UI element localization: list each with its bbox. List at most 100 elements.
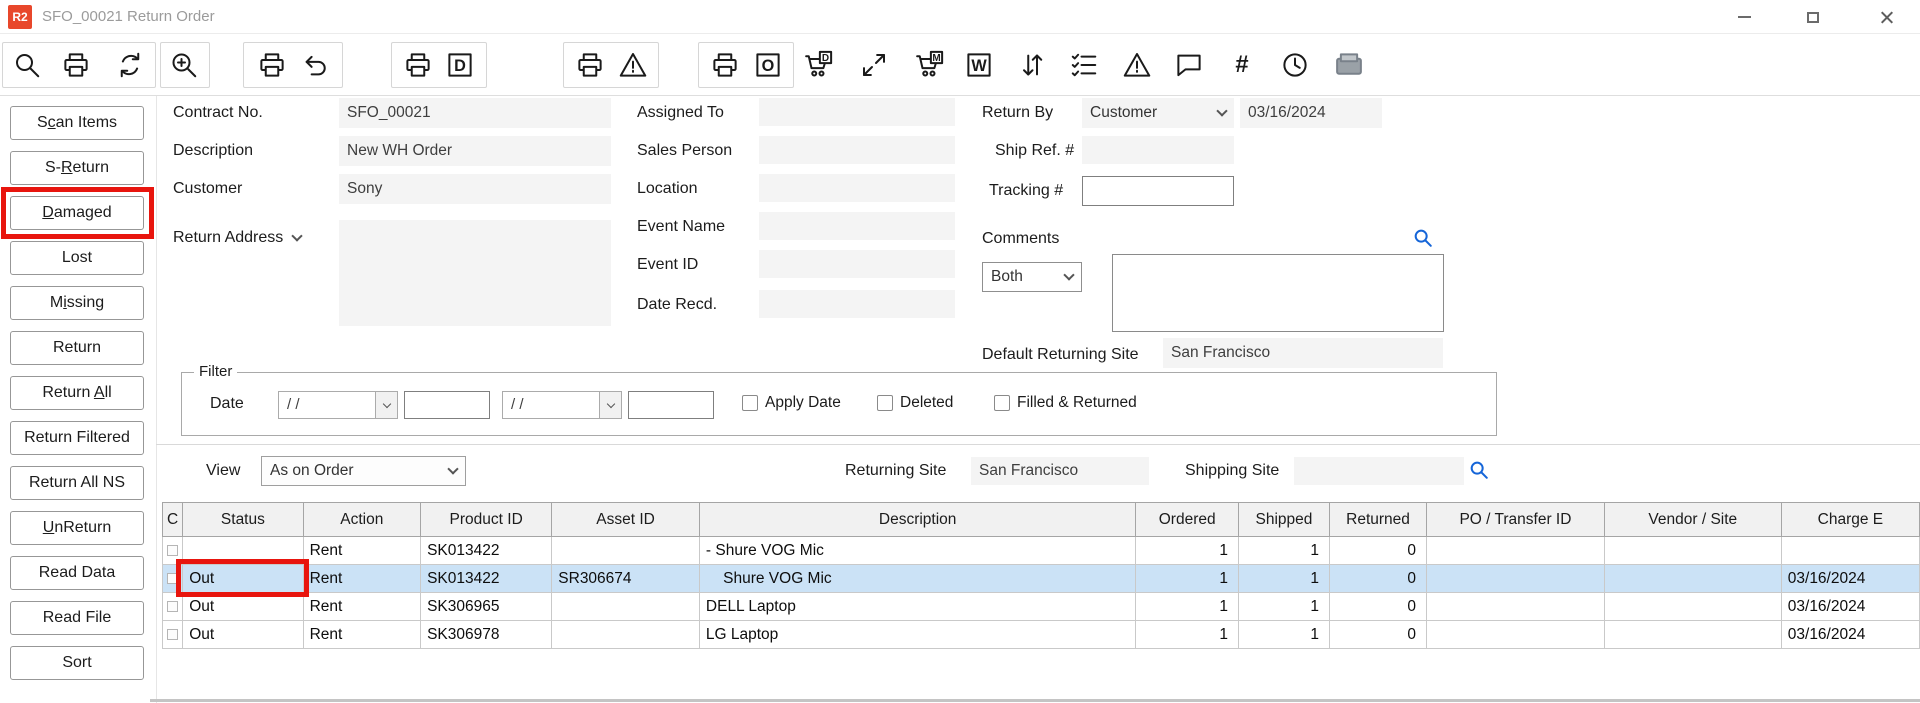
table-cell[interactable]: 1 xyxy=(1238,621,1329,649)
sales-person-field[interactable] xyxy=(759,136,955,164)
table-cell[interactable] xyxy=(1427,565,1605,593)
column-header-returned[interactable]: Returned xyxy=(1329,503,1426,537)
table-cell[interactable]: 1 xyxy=(1238,565,1329,593)
filter-time-from-input[interactable] xyxy=(404,391,490,419)
table-cell[interactable] xyxy=(1427,537,1605,565)
table-cell[interactable]: 0 xyxy=(1329,593,1426,621)
return-by-select[interactable]: Customer xyxy=(1082,98,1234,128)
description-field[interactable]: New WH Order xyxy=(339,136,611,166)
filter-time-to-input[interactable] xyxy=(628,391,714,419)
shipping-site-search-icon[interactable] xyxy=(1468,459,1490,481)
sidebar-button-read-data[interactable]: Read Data xyxy=(10,556,144,590)
checklist-icon[interactable] xyxy=(1063,44,1105,86)
boxed-letter-o-icon[interactable]: O xyxy=(747,44,789,86)
table-cell[interactable]: 03/16/2024 xyxy=(1781,621,1919,649)
event-name-field[interactable] xyxy=(759,212,955,240)
column-header-product-id[interactable]: Product ID xyxy=(421,503,552,537)
default-returning-site-field[interactable]: San Francisco xyxy=(1163,338,1443,368)
table-cell[interactable]: 0 xyxy=(1329,621,1426,649)
tracking-input[interactable] xyxy=(1082,176,1234,206)
table-cell[interactable] xyxy=(1604,537,1781,565)
table-cell[interactable] xyxy=(552,621,700,649)
return-address-select[interactable]: Return Address xyxy=(173,224,301,252)
boxed-letter-d-icon[interactable]: D xyxy=(439,44,481,86)
table-cell[interactable]: DELL Laptop xyxy=(699,593,1135,621)
assigned-to-field[interactable] xyxy=(759,98,955,126)
table-row[interactable]: OutRentSK306978LG Laptop11003/16/2024 xyxy=(163,621,1920,649)
table-cell[interactable] xyxy=(163,537,183,565)
sort-arrows-icon[interactable] xyxy=(1011,44,1053,86)
column-header-ordered[interactable]: Ordered xyxy=(1136,503,1239,537)
table-cell[interactable] xyxy=(552,537,700,565)
table-cell[interactable]: - Shure VOG Mic xyxy=(699,537,1135,565)
view-select[interactable]: As on Order xyxy=(261,456,466,486)
refresh-icon[interactable] xyxy=(109,44,151,86)
sidebar-button-missing[interactable]: Missing xyxy=(10,286,144,320)
column-header-description[interactable]: Description xyxy=(699,503,1135,537)
row-checkbox[interactable] xyxy=(167,573,178,584)
sidebar-button-return-filtered[interactable]: Return Filtered xyxy=(10,421,144,455)
warning-icon[interactable] xyxy=(612,44,654,86)
table-cell[interactable]: 1 xyxy=(1136,593,1239,621)
table-cell[interactable] xyxy=(1427,593,1605,621)
table-cell[interactable] xyxy=(1781,537,1919,565)
table-cell[interactable]: Out xyxy=(183,621,303,649)
filter-date-from-select[interactable]: / / xyxy=(278,391,398,419)
table-cell[interactable]: 03/16/2024 xyxy=(1781,593,1919,621)
undo-icon[interactable] xyxy=(295,44,337,86)
table-cell[interactable]: Rent xyxy=(303,537,420,565)
dropdown-button[interactable] xyxy=(375,392,397,418)
column-header-c[interactable]: C xyxy=(163,503,183,537)
print-icon[interactable] xyxy=(251,44,293,86)
table-cell[interactable]: 1 xyxy=(1136,621,1239,649)
sidebar-button-sort[interactable]: Sort xyxy=(10,646,144,680)
maximize-button[interactable] xyxy=(1791,0,1835,34)
apply-date-checkbox[interactable]: Apply Date xyxy=(742,394,841,412)
location-field[interactable] xyxy=(759,174,955,202)
table-cell[interactable]: LG Laptop xyxy=(699,621,1135,649)
cart-letter-m-icon[interactable]: M xyxy=(908,44,950,86)
minimize-button[interactable] xyxy=(1722,0,1766,34)
sidebar-button-read-file[interactable]: Read File xyxy=(10,601,144,635)
returning-site-field[interactable]: San Francisco xyxy=(971,457,1149,485)
column-header-status[interactable]: Status xyxy=(183,503,303,537)
table-cell[interactable]: Rent xyxy=(303,621,420,649)
shipping-site-field[interactable] xyxy=(1294,457,1464,485)
table-cell[interactable]: SK013422 xyxy=(421,537,552,565)
close-button[interactable] xyxy=(1864,0,1908,34)
ship-ref-field[interactable] xyxy=(1082,136,1234,164)
row-checkbox[interactable] xyxy=(167,629,178,640)
contract-no-field[interactable]: SFO_00021 xyxy=(339,98,611,128)
column-header-action[interactable]: Action xyxy=(303,503,420,537)
table-cell[interactable] xyxy=(183,537,303,565)
expand-icon[interactable] xyxy=(853,44,895,86)
clock-icon[interactable] xyxy=(1274,44,1316,86)
print-icon[interactable] xyxy=(569,44,611,86)
sidebar-button-return[interactable]: Return xyxy=(10,331,144,365)
table-cell[interactable]: 1 xyxy=(1136,565,1239,593)
filter-date-to-select[interactable]: / / xyxy=(502,391,622,419)
comments-mode-select[interactable]: Both xyxy=(982,262,1082,292)
column-header-charge-e[interactable]: Charge E xyxy=(1781,503,1919,537)
table-cell[interactable]: 1 xyxy=(1238,537,1329,565)
print-icon[interactable] xyxy=(704,44,746,86)
sidebar-button-scan-items[interactable]: Scan Items xyxy=(10,106,144,140)
column-header-vendor-site[interactable]: Vendor / Site xyxy=(1604,503,1781,537)
filled-returned-checkbox[interactable]: Filled & Returned xyxy=(994,394,1137,412)
comments-box[interactable] xyxy=(1112,254,1444,332)
table-cell[interactable]: 1 xyxy=(1136,537,1239,565)
table-cell[interactable]: 03/16/2024 xyxy=(1781,565,1919,593)
table-cell[interactable]: Shure VOG Mic xyxy=(699,565,1135,593)
search-icon[interactable] xyxy=(6,44,48,86)
row-checkbox[interactable] xyxy=(167,601,178,612)
customer-field[interactable]: Sony xyxy=(339,174,611,204)
table-row[interactable]: OutRentSK306965DELL Laptop11003/16/2024 xyxy=(163,593,1920,621)
table-cell[interactable]: 0 xyxy=(1329,565,1426,593)
cart-letter-d-icon[interactable]: D xyxy=(797,44,839,86)
table-cell[interactable]: SK013422 xyxy=(421,565,552,593)
deleted-checkbox[interactable]: Deleted xyxy=(877,394,953,412)
sidebar-button-lost[interactable]: Lost xyxy=(10,241,144,275)
date-recd-field[interactable] xyxy=(759,290,955,318)
table-cell[interactable]: SK306965 xyxy=(421,593,552,621)
table-cell[interactable] xyxy=(552,593,700,621)
